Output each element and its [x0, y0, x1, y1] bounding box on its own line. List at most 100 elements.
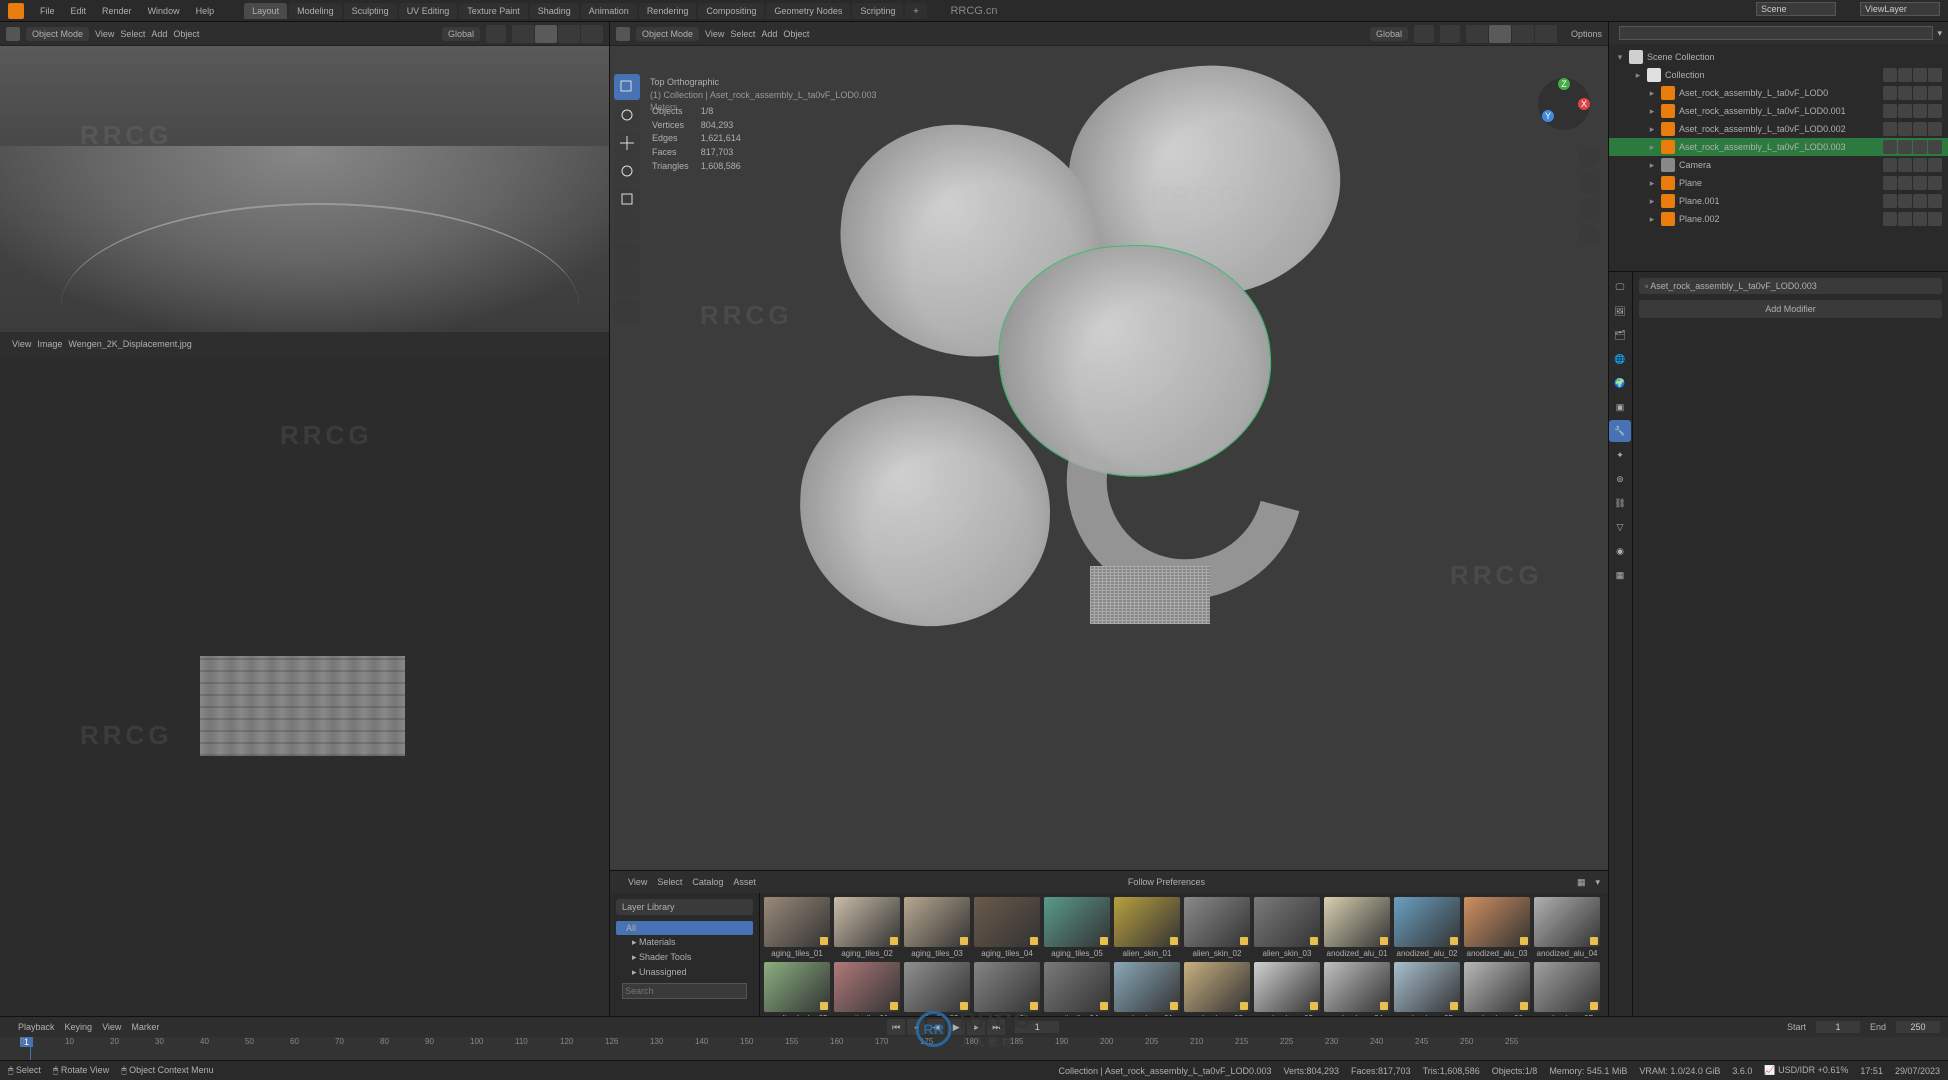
vp-menu-view[interactable]: View — [95, 29, 114, 39]
tl-menu-view[interactable]: View — [102, 1022, 121, 1032]
vp-menu-select[interactable]: Select — [730, 29, 755, 39]
menu-render[interactable]: Render — [96, 4, 138, 18]
vp-menu-select[interactable]: Select — [120, 29, 145, 39]
add-modifier-button[interactable]: Add Modifier — [1639, 300, 1942, 318]
asset-thumbnail[interactable]: anodized_alu_02 — [1394, 897, 1460, 958]
mode-selector[interactable]: Object Mode — [26, 27, 89, 41]
grid-plane-mesh[interactable] — [1090, 566, 1210, 624]
shading-rendered[interactable] — [581, 25, 603, 43]
editor-type-icon[interactable] — [6, 27, 20, 41]
tool-select-box[interactable] — [614, 74, 640, 100]
tool-cursor[interactable] — [614, 102, 640, 128]
img-menu-view[interactable]: View — [12, 339, 31, 349]
tool-rotate[interactable] — [614, 158, 640, 184]
scene-name-input[interactable] — [1756, 2, 1836, 16]
options-dropdown[interactable]: Options — [1571, 29, 1602, 39]
vp-menu-add[interactable]: Add — [151, 29, 167, 39]
tool-transform[interactable] — [614, 214, 640, 240]
outliner[interactable]: ▾ ▾Scene Collection ▸Collection▸Aset_roc… — [1609, 22, 1948, 272]
prop-tab-physics[interactable]: ⊚ — [1609, 468, 1631, 490]
tree-row[interactable]: ▸Aset_rock_assembly_L_ta0vF_LOD0.002 — [1609, 120, 1948, 138]
shading-solid[interactable] — [1489, 25, 1511, 43]
viewlayer-name-input[interactable] — [1860, 2, 1940, 16]
ab-follow-prefs[interactable]: Follow Preferences — [1128, 877, 1205, 887]
tool-annotate[interactable] — [614, 242, 640, 268]
tab-modeling[interactable]: Modeling — [289, 3, 342, 19]
tool-add-cube[interactable] — [614, 298, 640, 324]
asset-thumbnail[interactable]: alien_skin_02 — [1184, 897, 1250, 958]
shading-material[interactable] — [558, 25, 580, 43]
menu-edit[interactable]: Edit — [65, 4, 93, 18]
playhead[interactable]: 1 — [30, 1037, 31, 1061]
asset-thumbnail[interactable]: aging_tiles_04 — [974, 897, 1040, 958]
shading-wireframe[interactable] — [1466, 25, 1488, 43]
tree-row[interactable]: ▸Aset_rock_assembly_L_ta0vF_LOD0.001 — [1609, 102, 1948, 120]
viewport-secondary[interactable]: Object Mode View Select Add Object Globa… — [0, 22, 609, 332]
asset-thumbnail[interactable]: aging_tiles_02 — [834, 897, 900, 958]
tree-row[interactable]: ▸Plane — [1609, 174, 1948, 192]
tab-rendering[interactable]: Rendering — [639, 3, 697, 19]
asset-thumbnail[interactable]: arch_glass_05 — [1394, 962, 1460, 1023]
orientation-selector[interactable]: Global — [442, 27, 480, 41]
snap-toggle[interactable] — [486, 25, 506, 43]
prop-tab-modifiers[interactable]: 🔧 — [1609, 420, 1631, 442]
ab-display-mode[interactable]: ▦ — [1577, 877, 1586, 888]
outliner-search[interactable] — [1619, 26, 1933, 40]
tree-row[interactable]: ▸Aset_rock_assembly_L_ta0vF_LOD0 — [1609, 84, 1948, 102]
tab-layout[interactable]: Layout — [244, 3, 287, 19]
asset-thumbnail[interactable]: anodized_alu_03 — [1464, 897, 1530, 958]
asset-thumbnail[interactable]: arch_glass_04 — [1324, 962, 1390, 1023]
ab-filter-icon[interactable]: ▾ — [1595, 877, 1600, 888]
vp-menu-object[interactable]: Object — [173, 29, 199, 39]
catalog-all[interactable]: All — [616, 921, 753, 935]
prop-tab-particles[interactable]: ✦ — [1609, 444, 1631, 466]
tab-add[interactable]: + — [905, 3, 926, 19]
ab-menu-asset[interactable]: Asset — [733, 877, 756, 887]
tree-row[interactable]: ▸Camera — [1609, 156, 1948, 174]
ab-menu-catalog[interactable]: Catalog — [692, 877, 723, 887]
prop-tab-texture[interactable]: ▦ — [1609, 564, 1631, 586]
tab-geonodes[interactable]: Geometry Nodes — [766, 3, 850, 19]
start-frame-input[interactable] — [1816, 1021, 1860, 1033]
asset-thumbnail[interactable]: arch_glass_01 — [1114, 962, 1180, 1023]
tree-row[interactable]: ▸Plane.002 — [1609, 210, 1948, 228]
jump-start-button[interactable]: ⏮ — [887, 1019, 905, 1035]
zoom-icon[interactable] — [1578, 146, 1600, 168]
image-editor[interactable]: View Image Wengen_2K_Displacement.jpg — [0, 332, 609, 1040]
vp-menu-object[interactable]: Object — [783, 29, 809, 39]
image-editor-canvas[interactable] — [0, 356, 609, 1040]
ab-menu-view[interactable]: View — [628, 877, 647, 887]
navigation-gizmo[interactable]: X Z Y — [1536, 76, 1592, 132]
asset-thumbnail[interactable]: aging_tiles_01 — [764, 897, 830, 958]
viewport-secondary-canvas[interactable] — [0, 46, 609, 332]
ab-menu-select[interactable]: Select — [657, 877, 682, 887]
asset-thumbnail[interactable]: anti_slip_04 — [1044, 962, 1110, 1023]
tab-texturepaint[interactable]: Texture Paint — [459, 3, 528, 19]
pan-icon[interactable] — [1578, 172, 1600, 194]
tab-shading[interactable]: Shading — [530, 3, 579, 19]
tab-scripting[interactable]: Scripting — [852, 3, 903, 19]
asset-thumbnail[interactable]: arch_glass_02 — [1184, 962, 1250, 1023]
asset-thumbnail[interactable]: alien_skin_01 — [1114, 897, 1180, 958]
tool-move[interactable] — [614, 130, 640, 156]
menu-file[interactable]: File — [34, 4, 61, 18]
asset-library-selector[interactable]: Layer Library — [616, 899, 753, 915]
shading-rendered[interactable] — [1535, 25, 1557, 43]
asset-thumbnail[interactable]: aging_tiles_05 — [1044, 897, 1110, 958]
tree-row-scene[interactable]: ▾Scene Collection — [1609, 48, 1948, 66]
tl-menu-marker[interactable]: Marker — [131, 1022, 159, 1032]
prop-tab-mesh[interactable]: ▽ — [1609, 516, 1631, 538]
asset-search[interactable] — [622, 983, 747, 999]
proportional-edit-toggle[interactable] — [1440, 25, 1460, 43]
asset-thumbnail[interactable]: arch_glass_03 — [1254, 962, 1320, 1023]
catalog-item[interactable]: ▸ Materials — [616, 935, 753, 950]
prop-tab-viewlayer[interactable]: 🗂 — [1609, 324, 1631, 346]
tree-row[interactable]: ▸Plane.001 — [1609, 192, 1948, 210]
tool-scale[interactable] — [614, 186, 640, 212]
tab-sculpting[interactable]: Sculpting — [344, 3, 397, 19]
filter-icon[interactable]: ▾ — [1937, 28, 1942, 39]
persp-ortho-icon[interactable] — [1578, 224, 1600, 246]
prop-tab-scene[interactable]: 🌐 — [1609, 348, 1631, 370]
asset-thumbnail[interactable]: anodized_alu_04 — [1534, 897, 1600, 958]
prop-tab-world[interactable]: 🌍 — [1609, 372, 1631, 394]
